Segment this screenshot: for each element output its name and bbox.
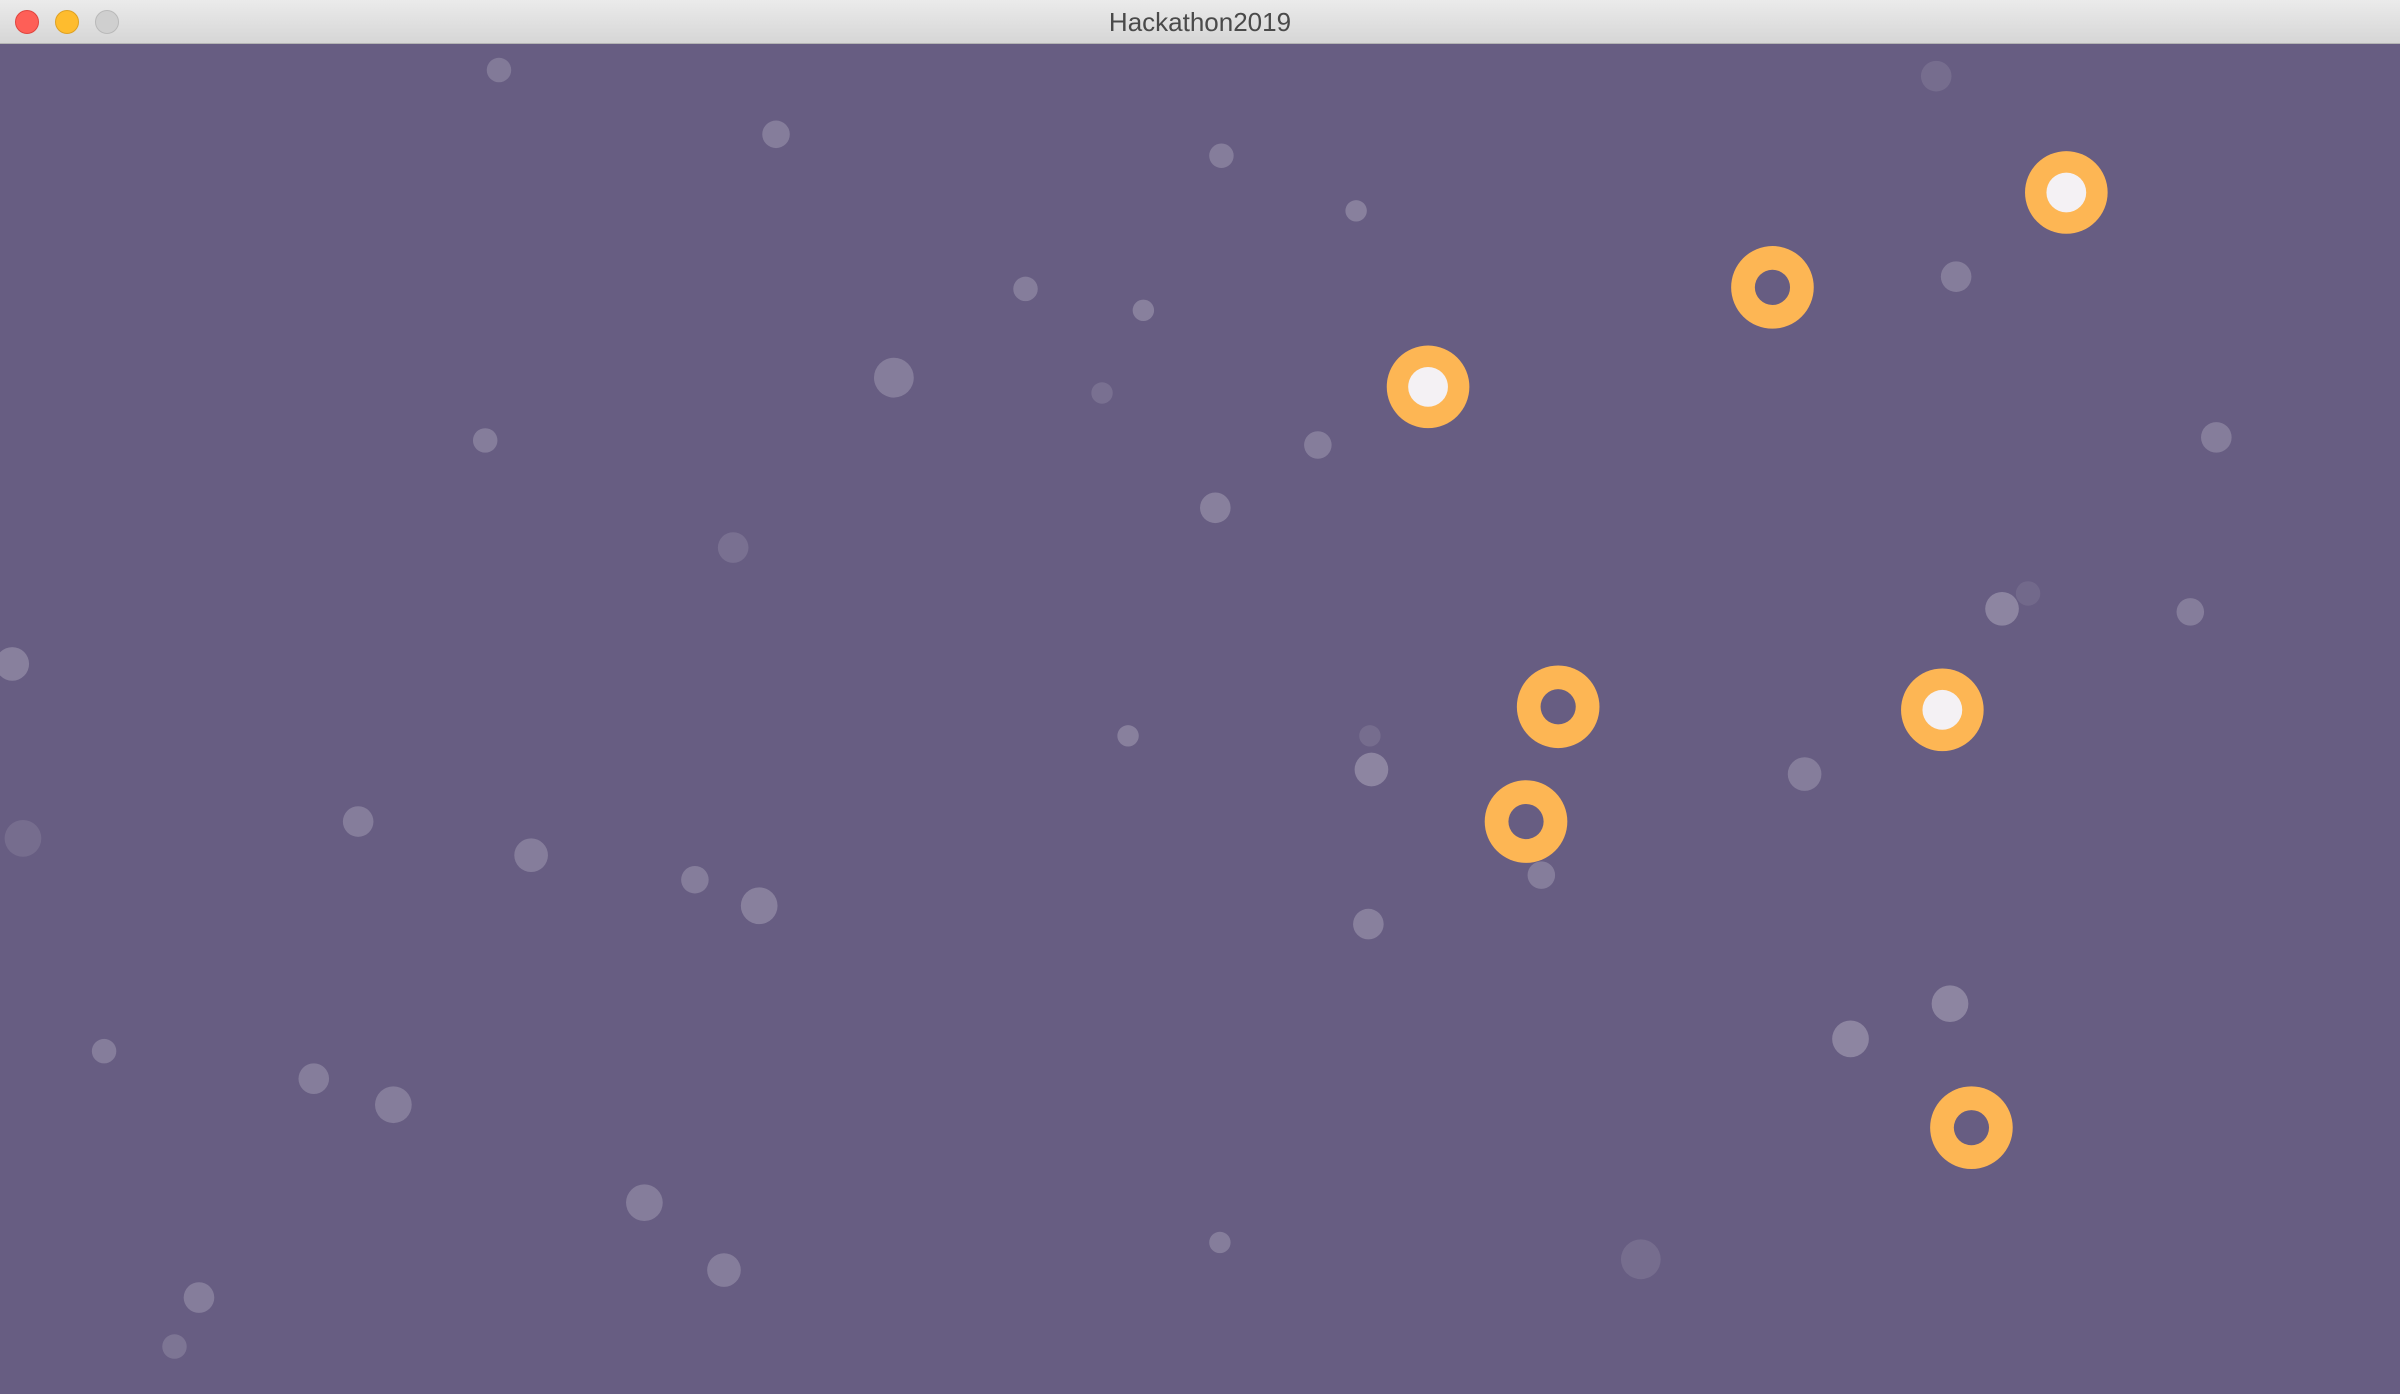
background-particle xyxy=(375,1086,412,1124)
background-particle xyxy=(472,428,498,453)
background-particle xyxy=(1209,1231,1231,1254)
background-particle xyxy=(342,806,374,837)
background-particle xyxy=(2201,422,2232,453)
background-particle xyxy=(1013,276,1038,302)
background-particle xyxy=(681,865,709,894)
ring-core-lit xyxy=(2046,172,2087,213)
background-particle xyxy=(1091,382,1113,404)
window-title: Hackathon2019 xyxy=(1108,7,1292,37)
ring-core xyxy=(1754,269,1791,305)
background-particle xyxy=(740,887,778,925)
background-particle xyxy=(1354,752,1389,787)
background-particle xyxy=(183,1282,215,1313)
background-particle xyxy=(1787,757,1822,791)
background-particle xyxy=(717,532,749,563)
lit-ring-target[interactable] xyxy=(1386,345,1470,429)
background-particle xyxy=(1832,1020,1869,1058)
background-particle xyxy=(1200,492,1231,524)
background-particle xyxy=(4,820,42,857)
background-particle xyxy=(1940,261,1972,292)
background-particle xyxy=(2176,598,2205,626)
ring-target[interactable] xyxy=(1484,780,1568,863)
title-bar[interactable]: Hackathon2019 xyxy=(0,0,2400,44)
background-particle xyxy=(626,1184,663,1222)
background-particle xyxy=(1920,60,1952,92)
background-particle xyxy=(707,1253,741,1287)
background-particle xyxy=(1353,908,1384,940)
game-canvas[interactable] xyxy=(0,44,2400,1394)
lit-ring-target[interactable] xyxy=(1901,668,1984,752)
ring-core xyxy=(1540,689,1576,725)
background-particle xyxy=(1345,200,1367,222)
background-particle xyxy=(1527,861,1556,889)
ring-core xyxy=(1508,803,1544,840)
background-particle xyxy=(514,838,548,873)
background-particle xyxy=(162,1334,187,1359)
background-particle xyxy=(1359,725,1381,747)
background-particle xyxy=(762,120,790,149)
ring-target[interactable] xyxy=(1516,665,1600,749)
background-particle xyxy=(873,357,914,398)
background-particle xyxy=(486,57,512,83)
background-particle xyxy=(1985,591,2019,626)
background-particle xyxy=(2015,581,2041,606)
background-particle xyxy=(1620,1239,1661,1280)
lit-ring-target[interactable] xyxy=(2025,151,2108,234)
background-particle xyxy=(298,1063,330,1094)
ring-target[interactable] xyxy=(1930,1086,2013,1169)
ring-core xyxy=(1953,1110,1990,1146)
app-window: Hackathon2019 xyxy=(0,0,2400,1394)
game-background xyxy=(0,44,2400,1394)
ring-core-lit xyxy=(1408,366,1448,407)
ring-target[interactable] xyxy=(1731,246,1814,329)
background-particle xyxy=(1132,299,1155,322)
ring-core-lit xyxy=(1922,689,1963,730)
background-particle xyxy=(1931,985,1969,1023)
background-particle xyxy=(1209,143,1234,168)
background-particle xyxy=(1117,725,1139,747)
background-particle xyxy=(91,1038,117,1064)
background-particle xyxy=(1304,431,1332,459)
